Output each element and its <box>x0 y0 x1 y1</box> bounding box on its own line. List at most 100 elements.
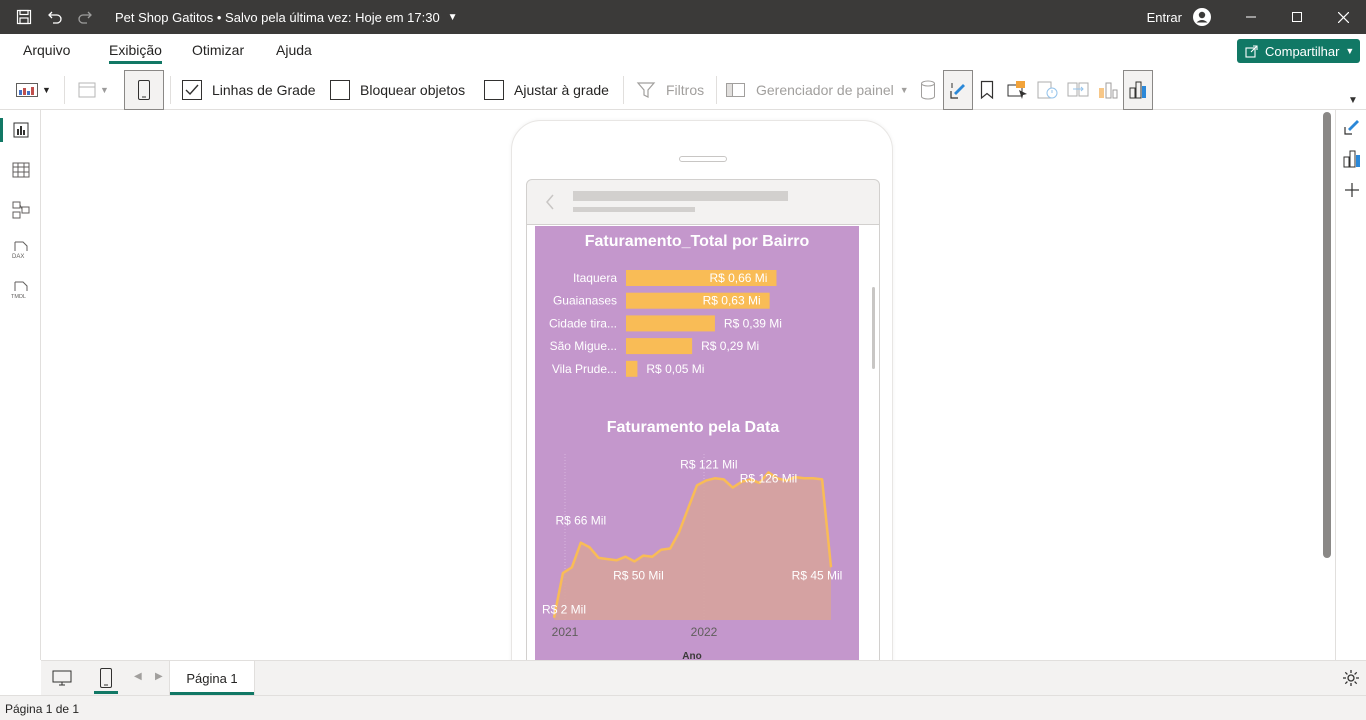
visualizations-pane-button[interactable] <box>1123 70 1153 110</box>
minimize-button[interactable] <box>1228 0 1274 34</box>
account-icon[interactable] <box>1190 5 1214 29</box>
menu-bar: Arquivo Exibição Otimizar Ajuda Comparti… <box>0 34 1366 70</box>
table-view-icon[interactable] <box>0 150 41 190</box>
format-brush-icon <box>950 83 965 99</box>
bar-data-label: R$ 0,29 Mi <box>701 339 759 353</box>
theme-icon <box>16 83 38 97</box>
format-pane-button[interactable] <box>943 70 973 110</box>
gridlines-label: Linhas de Grade <box>212 82 316 98</box>
save-icon[interactable] <box>12 5 36 29</box>
undo-icon[interactable] <box>43 5 67 29</box>
collapse-ribbon-icon[interactable]: ▼ <box>1348 95 1358 106</box>
chevron-down-icon: ▼ <box>899 85 909 95</box>
lock-objects-checkbox[interactable] <box>330 80 350 100</box>
report-view-icon[interactable] <box>0 110 41 150</box>
sync-slicers-icon <box>1066 78 1090 102</box>
line-data-label: R$ 126 Mil <box>740 471 797 485</box>
mobile-report-page[interactable]: Faturamento_Total por Bairro Itaquera R$ … <box>535 226 859 660</box>
mobile-layout-button[interactable] <box>124 70 164 110</box>
themes-dropdown[interactable]: ▼ <box>16 70 51 110</box>
bar-category-label: Cidade tira... <box>549 316 617 330</box>
mobile-app-bar <box>526 179 880 225</box>
title-bar: Pet Shop Gatitos • Salvo pela última vez… <box>0 0 1366 34</box>
phone-scrollbar[interactable] <box>872 287 875 369</box>
mobile-phone-frame: Faturamento_Total por Bairro Itaquera R$ … <box>511 120 893 660</box>
share-icon <box>1245 45 1258 58</box>
panel-icon <box>726 83 745 97</box>
share-label: Compartilhar <box>1265 43 1340 59</box>
area-chart[interactable]: R$ 2 Mil R$ 66 Mil R$ 50 Mil R$ 121 MilR$ 1… <box>542 454 842 639</box>
database-icon <box>916 78 940 102</box>
x-tick-label: 2021 <box>552 625 579 639</box>
dax-query-view-icon[interactable]: DAX <box>0 230 41 270</box>
bar-data-label: R$ 0,66 Mi <box>709 271 767 285</box>
chevron-down-icon: ▼ <box>42 85 51 95</box>
back-arrow-icon <box>546 194 554 210</box>
x-tick-label: 2022 <box>691 625 718 639</box>
bar-category-label: Itaquera <box>573 271 617 285</box>
bar-data-label: R$ 0,63 Mi <box>703 294 761 308</box>
bookmark-icon[interactable] <box>975 78 999 102</box>
line-chart-title: Faturamento pela Data <box>607 419 780 436</box>
line-data-label: R$ 66 Mil <box>555 514 606 528</box>
page-tab-label: Página 1 <box>186 670 238 686</box>
chevron-down-icon[interactable]: ▼ <box>448 12 458 23</box>
bar-category-label: Guaianases <box>553 294 617 308</box>
canvas-vertical-scrollbar[interactable] <box>1323 112 1331 558</box>
filter-icon <box>636 82 656 98</box>
format-pane-icon[interactable] <box>1340 114 1364 138</box>
share-button[interactable]: Compartilhar ▼ <box>1237 39 1360 63</box>
bar-chart[interactable]: Itaquera R$ 0,66 Mi Guaianases R$ 0,63 Mi Ci… <box>549 270 782 377</box>
page-view-dropdown: ▼ <box>78 70 109 110</box>
sign-in-link[interactable]: Entrar <box>1147 10 1182 25</box>
filters-button: Filtros <box>636 70 704 110</box>
bar[interactable] <box>626 338 693 355</box>
selection-pane-icon[interactable] <box>1006 78 1030 102</box>
performance-icon <box>1036 78 1060 102</box>
tab-exibicao[interactable]: Exibição <box>109 42 162 64</box>
window-title[interactable]: Pet Shop Gatitos • Salvo pela última vez… <box>115 10 440 25</box>
add-pane-icon[interactable] <box>1340 178 1364 202</box>
bar[interactable] <box>626 315 715 332</box>
gridlines-checkbox[interactable] <box>182 80 202 100</box>
line-data-label: R$ 2 Mil <box>542 603 586 617</box>
panel-manager-label: Gerenciador de painel <box>756 82 894 98</box>
line-data-label: R$ 45 Mil <box>792 568 843 582</box>
visualizations-icon[interactable] <box>1340 147 1364 171</box>
tab-ajuda[interactable]: Ajuda <box>276 42 312 58</box>
tab-otimizar[interactable]: Otimizar <box>192 42 244 58</box>
report-visuals[interactable]: Faturamento_Total por Bairro Itaquera R$ … <box>535 226 859 660</box>
redo-icon[interactable] <box>73 5 97 29</box>
desktop-layout-icon[interactable] <box>49 666 75 690</box>
app-bar-placeholder-subtitle <box>573 207 695 212</box>
lock-objects-toggle[interactable]: Bloquear objetos <box>330 70 465 110</box>
next-page-icon[interactable]: ▶ <box>155 671 163 682</box>
page-tab-1[interactable]: Página 1 <box>169 661 255 695</box>
visualizations-icon <box>1129 81 1146 99</box>
line-data-label: R$ 50 Mil <box>613 568 664 582</box>
report-canvas[interactable]: Faturamento_Total por Bairro Itaquera R$ … <box>41 111 1335 660</box>
mobile-layout-icon[interactable] <box>93 666 119 694</box>
chevron-down-icon: ▼ <box>1345 46 1355 56</box>
model-view-icon[interactable] <box>0 190 41 230</box>
maximize-button[interactable] <box>1274 0 1320 34</box>
close-button[interactable] <box>1320 0 1366 34</box>
tmdl-view-icon[interactable]: TMDL <box>0 270 41 310</box>
snap-to-grid-label: Ajustar à grade <box>514 82 609 98</box>
bar-data-label: R$ 0,39 Mi <box>724 316 782 330</box>
svg-text:TMDL: TMDL <box>11 294 26 299</box>
phone-icon <box>138 80 150 100</box>
tab-arquivo[interactable]: Arquivo <box>23 42 70 58</box>
gridlines-toggle[interactable]: Linhas de Grade <box>182 70 316 110</box>
snap-to-grid-checkbox[interactable] <box>484 80 504 100</box>
bar-chart-title: Faturamento_Total por Bairro <box>585 233 810 250</box>
settings-icon[interactable] <box>1335 660 1366 695</box>
snap-to-grid-toggle[interactable]: Ajustar à grade <box>484 70 609 110</box>
panel-manager-button: Gerenciador de painel ▼ <box>726 70 909 110</box>
previous-page-icon[interactable]: ◀ <box>134 671 142 682</box>
filters-label: Filtros <box>666 82 705 98</box>
page-tabs-bar: ◀ ▶ Página 1 <box>41 660 1335 695</box>
bar[interactable] <box>626 360 638 377</box>
bar-category-label: Vila Prude... <box>552 362 617 376</box>
bar-data-label: R$ 0,05 Mi <box>646 362 704 376</box>
